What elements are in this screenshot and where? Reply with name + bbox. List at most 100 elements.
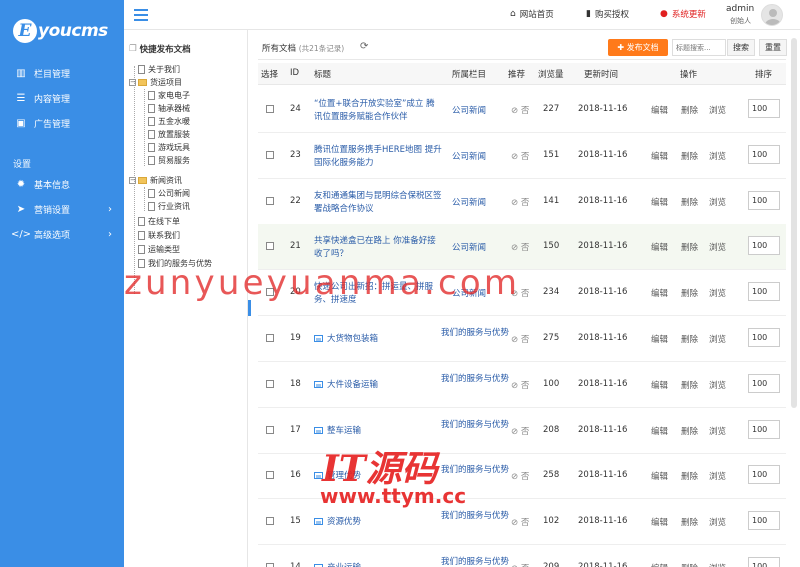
row-checkbox[interactable]	[266, 425, 274, 434]
tree-node[interactable]: 放置服装	[148, 128, 190, 141]
delete-button[interactable]: 删除	[681, 516, 698, 528]
row-column-link[interactable]: 我们的服务与优势	[440, 327, 510, 340]
row-column-link[interactable]: 我们的服务与优势	[440, 510, 510, 523]
row-checkbox[interactable]	[266, 196, 274, 205]
delete-button[interactable]: 删除	[681, 104, 698, 116]
site-home-link[interactable]: ⌂ 网站首页	[510, 8, 554, 20]
sidebar-item-marketing[interactable]: ➤ 营销设置 ›	[0, 197, 124, 221]
tree-node[interactable]: 家电电子	[148, 89, 190, 102]
sort-input[interactable]	[748, 419, 780, 439]
tree-node[interactable]: 贸易服务	[148, 154, 190, 167]
view-button[interactable]: 浏览	[709, 425, 726, 437]
edit-button[interactable]: 编辑	[651, 150, 668, 162]
edit-button[interactable]: 编辑	[651, 104, 668, 116]
buy-license-link[interactable]: ▮ 购买授权	[586, 8, 629, 20]
row-title-link[interactable]: 整车运输	[314, 425, 442, 438]
row-checkbox[interactable]	[266, 150, 274, 159]
row-recommend-toggle[interactable]: ⊘ 否	[511, 333, 529, 345]
row-recommend-toggle[interactable]: ⊘ 否	[511, 104, 529, 116]
sidebar-item-content[interactable]: ☰ 内容管理	[0, 86, 124, 110]
tree-node[interactable]: 公司新闻	[148, 187, 190, 200]
delete-button[interactable]: 删除	[681, 333, 698, 345]
publish-document-button[interactable]: ✚ 发布文档	[608, 39, 668, 56]
sidebar-item-ads[interactable]: ▣ 广告管理	[0, 111, 124, 135]
row-column-link[interactable]: 我们的服务与优势	[440, 556, 510, 567]
delete-button[interactable]: 删除	[681, 425, 698, 437]
view-button[interactable]: 浏览	[709, 562, 726, 567]
row-recommend-toggle[interactable]: ⊘ 否	[511, 379, 529, 391]
row-column-link[interactable]: 我们的服务与优势	[440, 373, 510, 386]
row-checkbox[interactable]	[266, 517, 274, 526]
row-title-link[interactable]: 腾讯位置服务携手HERE地图 提升国际化服务能力	[314, 144, 442, 170]
row-title-link[interactable]: 共享快递盒已在路上 你准备好接收了吗？	[314, 235, 442, 261]
edit-button[interactable]: 编辑	[651, 333, 668, 345]
delete-button[interactable]: 删除	[681, 562, 698, 567]
row-title-link[interactable]: 友和通通集团与昆明综合保税区签署战略合作协议	[314, 190, 442, 216]
collapse-icon[interactable]: −	[129, 79, 136, 86]
row-recommend-toggle[interactable]: ⊘ 否	[511, 425, 529, 437]
tree-node[interactable]: 轴承器械	[148, 102, 190, 115]
row-checkbox[interactable]	[266, 379, 274, 388]
tree-node[interactable]: 运输类型	[138, 243, 180, 256]
edit-button[interactable]: 编辑	[651, 425, 668, 437]
view-button[interactable]: 浏览	[709, 287, 726, 299]
delete-button[interactable]: 删除	[681, 470, 698, 482]
view-button[interactable]: 浏览	[709, 516, 726, 528]
row-column-link[interactable]: 公司新闻	[452, 241, 486, 253]
view-button[interactable]: 浏览	[709, 104, 726, 116]
tree-node[interactable]: 关于我们	[138, 63, 180, 76]
reset-button[interactable]: 重置	[759, 39, 787, 56]
view-button[interactable]: 浏览	[709, 379, 726, 391]
edit-button[interactable]: 编辑	[651, 287, 668, 299]
row-recommend-toggle[interactable]: ⊘ 否	[511, 241, 529, 253]
sidebar-item-basic-info[interactable]: ✹ 基本信息	[0, 172, 124, 196]
sort-input[interactable]	[748, 99, 780, 118]
sort-input[interactable]	[748, 144, 780, 164]
row-title-link[interactable]: “位置+联合开放实验室”成立 腾讯位置服务赋能合作伙伴	[314, 98, 442, 124]
sort-input[interactable]	[748, 282, 780, 302]
row-checkbox[interactable]	[266, 334, 274, 342]
edit-button[interactable]: 编辑	[651, 516, 668, 528]
row-checkbox[interactable]	[266, 242, 274, 251]
sidebar-item-columns[interactable]: ▥ 栏目管理	[0, 61, 124, 85]
admin-name[interactable]: admin	[726, 4, 754, 14]
menu-toggle-icon[interactable]	[134, 9, 148, 21]
search-input[interactable]	[672, 39, 726, 56]
view-button[interactable]: 浏览	[709, 333, 726, 345]
search-button[interactable]: 搜索	[727, 39, 755, 56]
row-checkbox[interactable]	[266, 563, 274, 567]
edit-button[interactable]: 编辑	[651, 470, 668, 482]
edit-button[interactable]: 编辑	[651, 241, 668, 253]
tree-node[interactable]: 联系我们	[138, 229, 180, 242]
row-title-link[interactable]: 产业运输	[314, 562, 442, 567]
row-recommend-toggle[interactable]: ⊘ 否	[511, 196, 529, 208]
tree-node[interactable]: 在线下单	[138, 215, 180, 228]
tree-node[interactable]: 五金水暖	[148, 115, 190, 128]
sort-input[interactable]	[748, 465, 780, 485]
row-column-link[interactable]: 公司新闻	[452, 150, 486, 162]
view-button[interactable]: 浏览	[709, 470, 726, 482]
refresh-icon[interactable]: ⟳	[360, 41, 368, 52]
row-column-link[interactable]: 公司新闻	[452, 196, 486, 208]
row-column-link[interactable]: 公司新闻	[452, 104, 486, 116]
sidebar-item-advanced[interactable]: </> 高级选项 ›	[0, 222, 124, 246]
delete-button[interactable]: 删除	[681, 379, 698, 391]
edit-button[interactable]: 编辑	[651, 562, 668, 567]
view-button[interactable]: 浏览	[709, 196, 726, 208]
row-recommend-toggle[interactable]: ⊘ 否	[511, 470, 529, 482]
sort-input[interactable]	[748, 190, 780, 210]
row-title-link[interactable]: 大货物包装箱	[314, 333, 442, 346]
edit-button[interactable]: 编辑	[651, 196, 668, 208]
sort-input[interactable]	[748, 373, 780, 393]
collapse-icon[interactable]: −	[129, 177, 136, 184]
row-title-link[interactable]: 资源优势	[314, 516, 442, 529]
row-checkbox[interactable]	[266, 471, 274, 480]
row-recommend-toggle[interactable]: ⊘ 否	[511, 562, 529, 567]
tree-node[interactable]: 游戏玩具	[148, 141, 190, 154]
view-button[interactable]: 浏览	[709, 241, 726, 253]
row-recommend-toggle[interactable]: ⊘ 否	[511, 516, 529, 528]
view-button[interactable]: 浏览	[709, 150, 726, 162]
edit-button[interactable]: 编辑	[651, 379, 668, 391]
row-checkbox[interactable]	[266, 105, 274, 113]
row-recommend-toggle[interactable]: ⊘ 否	[511, 150, 529, 162]
